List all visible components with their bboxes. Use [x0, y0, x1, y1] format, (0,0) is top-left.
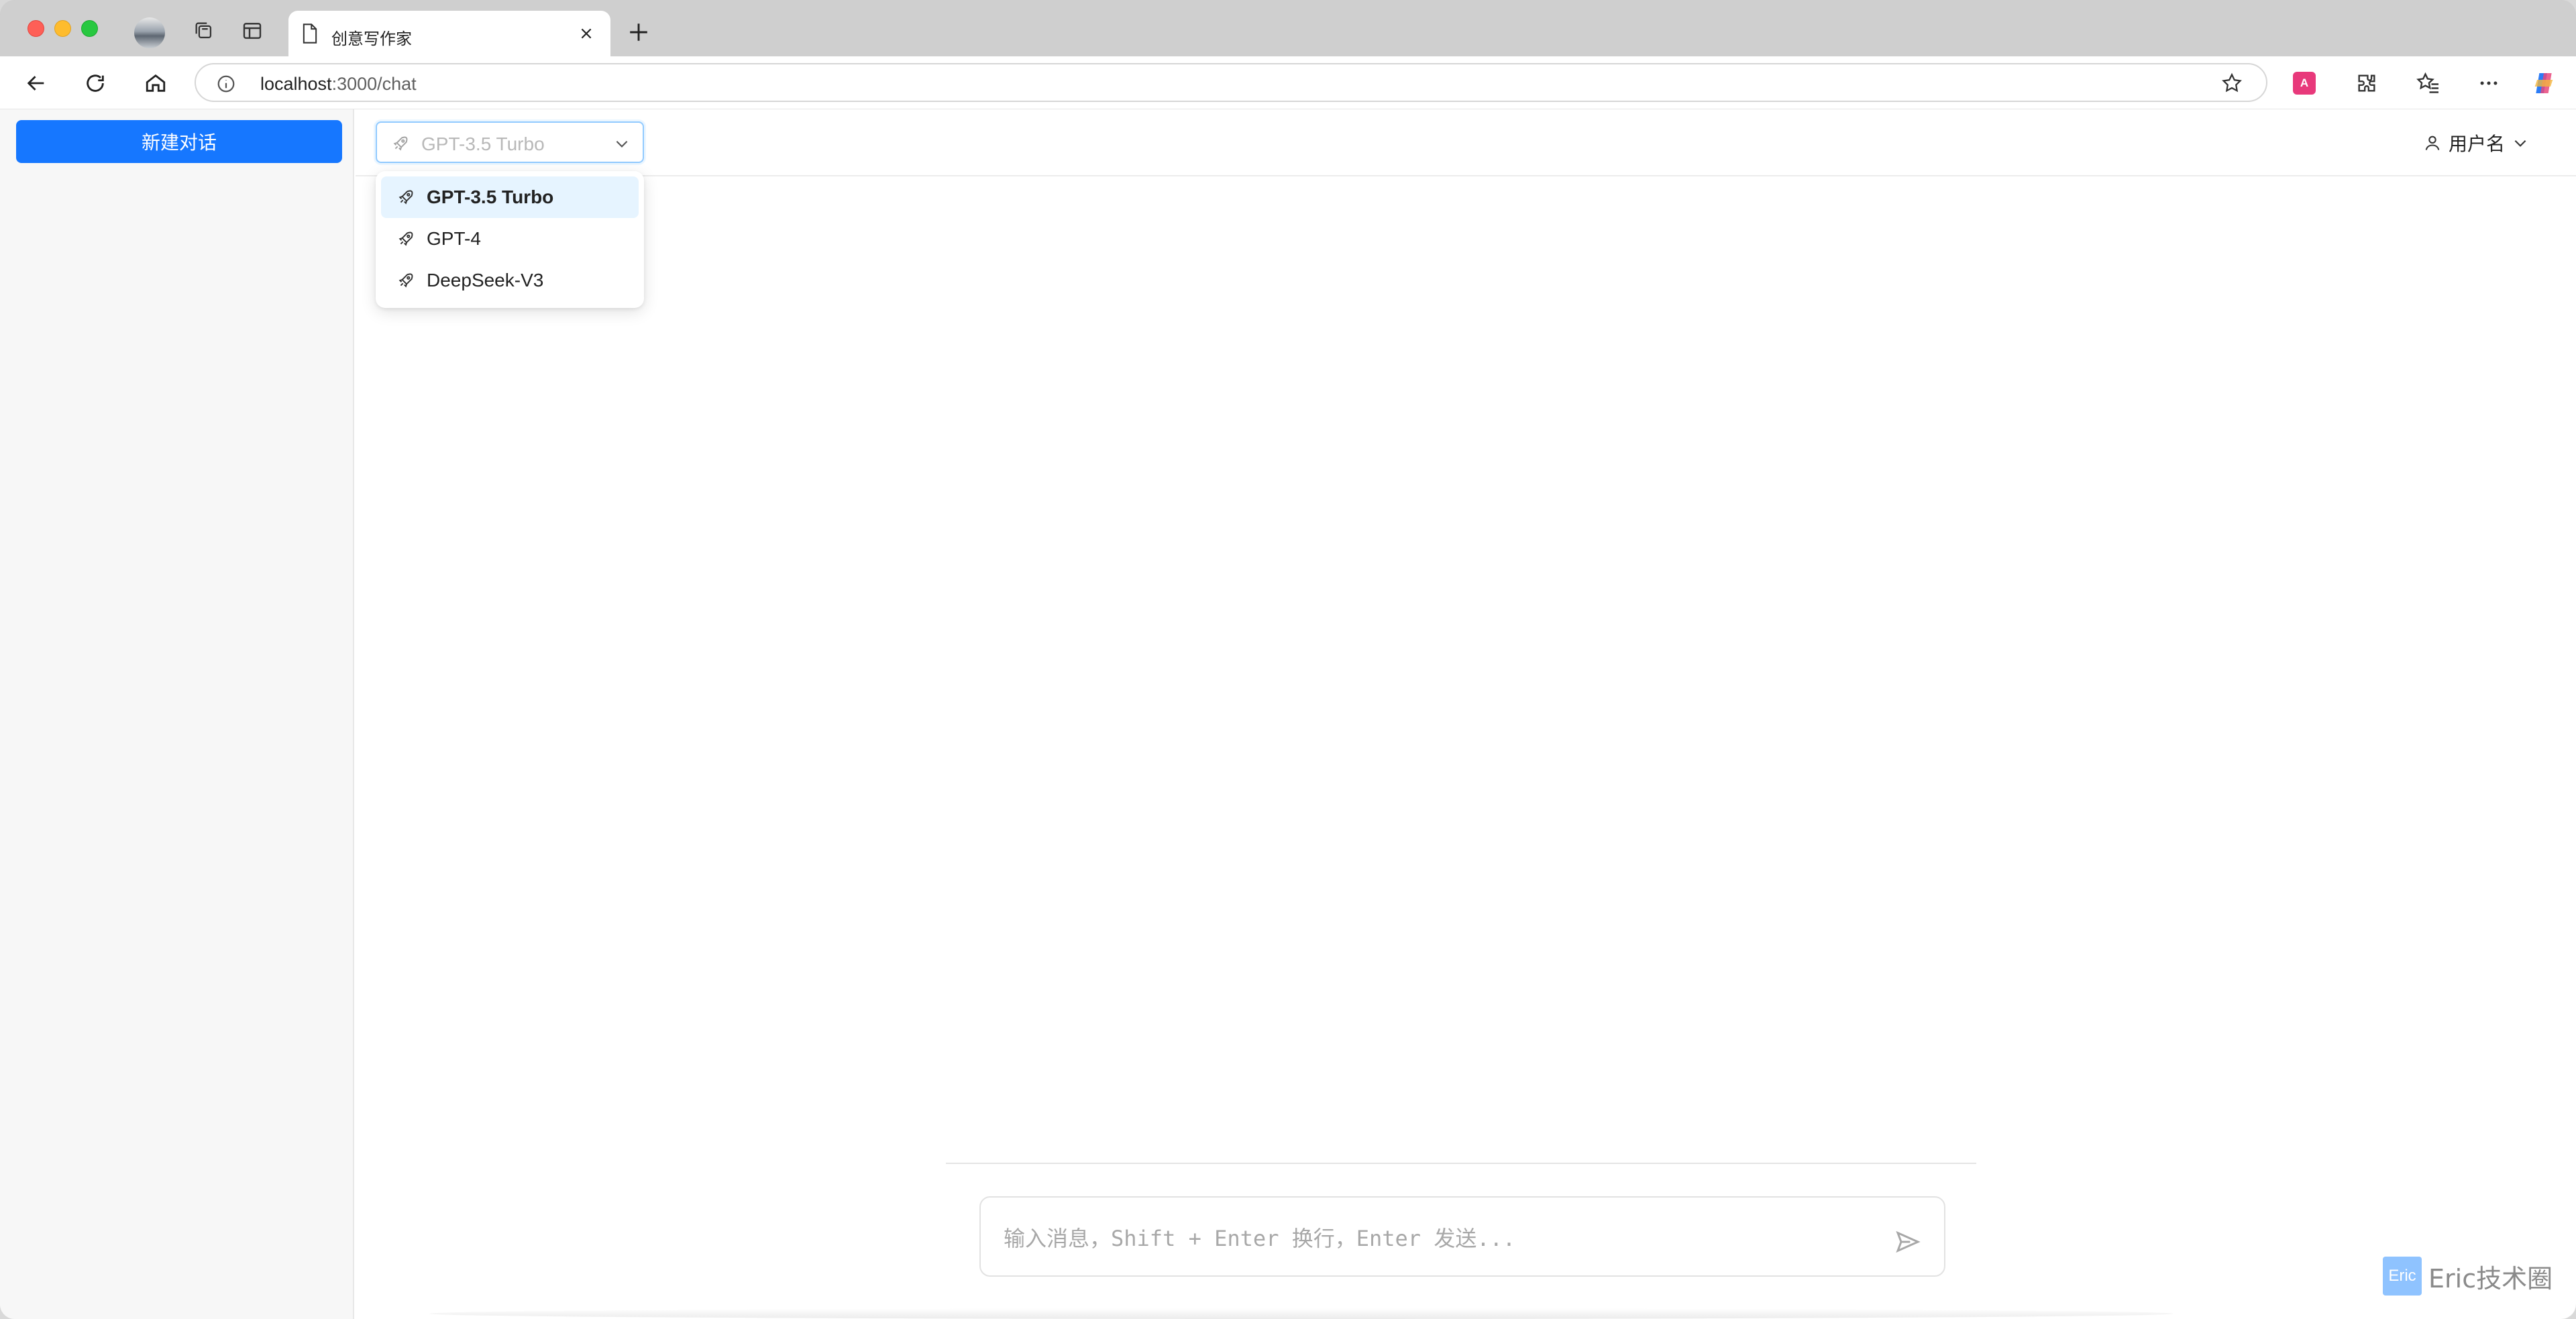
rocket-icon — [398, 273, 413, 288]
home-button[interactable] — [141, 68, 170, 98]
model-option[interactable]: GPT-4 — [381, 218, 639, 260]
model-option-label: GPT-3.5 Turbo — [427, 187, 554, 207]
user-icon — [2425, 136, 2440, 150]
new-tab-button[interactable] — [624, 17, 653, 47]
copilot-icon[interactable] — [2530, 70, 2557, 97]
new-chat-button[interactable]: 新建对话 — [16, 120, 342, 163]
translate-ext-label: A — [2300, 76, 2309, 89]
rocket-icon — [398, 190, 413, 205]
site-info-icon[interactable] — [216, 74, 236, 97]
maximize-window-button[interactable] — [81, 20, 98, 37]
favorites-icon[interactable] — [2415, 70, 2442, 97]
tab-strip: 创意写作家 — [0, 0, 2576, 56]
model-select-value: GPT-3.5 Turbo — [421, 134, 545, 154]
chevron-down-icon — [2514, 140, 2526, 147]
model-dropdown: GPT-3.5 Turbo GPT-4 DeepSeek-V3 — [376, 171, 644, 308]
watermark: Eric Eric技术圈 — [2383, 1256, 2553, 1296]
browser-window: 创意写作家 localhost:3000/chat A 新建对话 GPT-3.5… — [0, 0, 2576, 1319]
watermark-badge: Eric — [2383, 1257, 2422, 1296]
model-select[interactable]: GPT-3.5 Turbo — [376, 121, 644, 163]
url-text[interactable]: localhost:3000/chat — [260, 74, 417, 95]
close-window-button[interactable] — [28, 20, 44, 37]
message-input-placeholder: 输入消息，Shift + Enter 换行，Enter 发送... — [1004, 1226, 1516, 1251]
user-menu[interactable]: 用户名 — [2423, 128, 2529, 158]
profile-avatar-icon[interactable] — [134, 17, 165, 48]
address-bar[interactable]: localhost:3000/chat — [195, 63, 2267, 102]
back-button[interactable] — [21, 68, 51, 98]
translate-extension-icon[interactable]: A — [2293, 72, 2316, 95]
workspaces-icon[interactable] — [191, 17, 217, 44]
chat-main: GPT-3.5 Turbo 用户名 GPT-3.5 Turbo GPT-4 De… — [356, 109, 2576, 1319]
message-composer[interactable]: 输入消息，Shift + Enter 换行，Enter 发送... — [979, 1196, 1945, 1277]
tab-active[interactable]: 创意写作家 — [288, 11, 610, 56]
tab-title: 创意写作家 — [331, 30, 412, 48]
chevron-down-icon — [613, 135, 631, 156]
minimize-window-button[interactable] — [54, 20, 71, 37]
url-path: :3000/chat — [331, 74, 417, 94]
send-icon[interactable] — [1893, 1227, 1923, 1257]
chat-header: GPT-3.5 Turbo 用户名 — [356, 109, 2576, 176]
model-option-label: GPT-4 — [427, 228, 481, 249]
extensions-icon[interactable] — [2353, 70, 2380, 97]
model-option[interactable]: GPT-3.5 Turbo — [381, 176, 639, 218]
more-options-icon[interactable] — [2475, 70, 2502, 97]
rocket-icon — [392, 135, 409, 156]
close-tab-icon[interactable] — [574, 21, 598, 46]
rocket-icon — [398, 231, 413, 246]
chat-app: 新建对话 GPT-3.5 Turbo 用户名 GPT-3.5 Turbo GPT… — [0, 109, 2576, 1319]
model-option-label: DeepSeek-V3 — [427, 270, 544, 291]
composer-divider — [946, 1163, 1976, 1164]
model-option[interactable]: DeepSeek-V3 — [381, 260, 639, 301]
user-name: 用户名 — [2448, 133, 2505, 155]
browser-toolbar: localhost:3000/chat A — [0, 56, 2576, 109]
page-icon — [301, 23, 319, 48]
watermark-text: Eric技术圈 — [2428, 1263, 2553, 1294]
reload-button[interactable] — [80, 68, 110, 98]
url-host: localhost — [260, 74, 332, 94]
vertical-tabs-icon[interactable] — [239, 17, 266, 44]
bottom-shadow — [429, 1308, 2174, 1319]
favorite-star-icon[interactable] — [2220, 72, 2243, 98]
sidebar: 新建对话 — [0, 109, 354, 1319]
